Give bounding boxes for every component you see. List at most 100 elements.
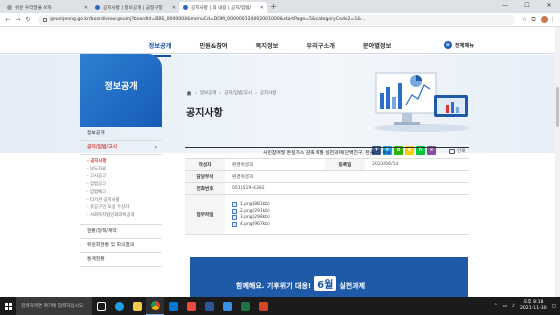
scroll-thumb[interactable] [556,87,559,127]
favicon-icon [95,5,100,10]
gnb-item-fields[interactable]: 분야별정보 [363,37,391,54]
browser-tab-3[interactable]: 공지사항 | 의 내용 | 공지/입법/ ✕ [179,2,267,13]
chevron-up-icon[interactable]: ⌃ [494,304,498,309]
system-tray: ⌃ ▭ ♪ 오후 8:18 2021-11-30 ▢ [494,297,556,315]
minimize-icon[interactable]: — [494,0,516,13]
page-scrollbar[interactable] [555,27,560,297]
gnb-item-civil[interactable]: 민원&참여 [199,37,227,54]
chevron-right-icon: › [154,144,157,151]
post-view: 시민참여형 온실가스 감축 6월 실천과제(단백친구, 탄플라) 홍보 작성자 … [185,147,469,235]
reload-icon[interactable]: ↻ [23,16,33,23]
author-label: 작성자 [185,159,225,170]
banner-illustration [374,72,470,132]
gnb-item-info[interactable]: 정보공개 [148,37,171,57]
close-icon[interactable]: ✕ [172,5,176,11]
date-label: 등록일 [325,159,365,170]
image-file-icon [232,208,237,214]
store-icon[interactable] [164,297,182,315]
post-subject: 시민참여형 온실가스 감축 6월 실천과제(단백친구, 탄플라) 홍보 [185,147,469,159]
star-icon[interactable]: ☆ [520,16,529,23]
lnb-sub-item[interactable]: - 유공구민 포상 수상자 [87,204,162,212]
taskbar-search[interactable]: 검색하려면 여기에 입력하십시오. [16,297,92,315]
app-icon[interactable] [182,297,200,315]
post-dept-row: 담당부서 환경위생과 [185,171,469,183]
extensions-icon[interactable]: ⧉ [529,16,538,24]
file-link[interactable]: 3.png(298kb) [232,215,270,221]
notification-icon[interactable]: ▢ [552,304,556,309]
lnb-sub-item[interactable]: - 공지사항 [87,158,162,166]
page-title: 공지사항 [186,108,223,119]
gnb-item-about[interactable]: 우리구소개 [306,37,334,54]
all-menu-button[interactable]: ≡ 전체메뉴 [443,41,474,49]
clock[interactable]: 오후 8:18 2021-11-30 [520,300,547,312]
windows-icon [4,302,12,310]
explorer-icon[interactable] [128,297,146,315]
url-field[interactable]: geumjeong.go.kr/board/view.geumj?boardId… [38,14,515,25]
files-label: 첨부파일 [185,195,225,234]
post-meta-row: 작성자 환경위생과 등록일 2023/06/14 [185,159,469,171]
dept-value: 환경위생과 [232,174,254,180]
dept-label: 담당부서 [185,171,225,182]
edge-icon[interactable] [110,297,128,315]
search-placeholder: 검색하려면 여기에 입력하십시오. [21,304,85,309]
tab-label: 쉬운 우리말을 쓰자 [15,5,52,11]
menu-icon[interactable]: ⋮ [548,16,557,23]
browser-tab-1[interactable]: 쉬운 우리말을 쓰자 ✕ [3,2,91,13]
network-icon[interactable]: ▭ [503,304,507,309]
lnb-sub-item[interactable]: - 사회복지법인회의록공개 [87,212,162,220]
window-controls: — ☐ ✕ [494,0,560,13]
lnb-item-info[interactable]: 정보공개 [80,127,162,141]
lnb-sub-item[interactable]: - 입법예고 [87,189,162,197]
taskbar: 검색하려면 여기에 입력하십시오. ⌃ ▭ ♪ 오후 8:18 2021-11-… [0,297,560,315]
image-file-icon [232,215,237,221]
breadcrumb-item[interactable]: 정보공개 [200,90,217,96]
taskview-icon[interactable] [92,297,110,315]
chrome-icon[interactable] [146,297,164,315]
back-icon[interactable]: ← [3,16,13,23]
lnb-item-stats[interactable]: 통계현황 [80,253,162,267]
phone-label: 전화번호 [185,183,225,194]
forward-icon[interactable]: → [13,16,23,23]
lnb-item-notice-group[interactable]: 공지/입법/고시 › [80,141,162,155]
url-text: geumjeong.go.kr/board/view.geumj?boardId… [50,17,366,22]
lnb-sub-item[interactable]: - 입법공고 [87,181,162,189]
file-link[interactable]: 1.png(881kb) [232,202,270,208]
new-tab-button[interactable]: + [270,2,277,13]
lnb-item-committee[interactable]: 위원회현황 및 회의결과 [80,239,162,253]
section-title: 정보공개 [80,54,162,127]
favicon-icon [7,5,12,10]
lnb-submenu: - 공지사항 - 보도자료 - 고시공고 - 입법공고 - 입법예고 - 타기관… [80,155,162,225]
excel-icon[interactable] [236,297,254,315]
file-link[interactable]: 4.png(967kb) [232,221,270,227]
file-link[interactable]: 2.png(291kb) [232,208,270,214]
start-button[interactable] [0,297,16,315]
browser-tabbar: 쉬운 우리말을 쓰자 ✕ 공지사항 | 정보공개 | 금정구청 ✕ 공지사항 |… [0,0,560,13]
file-list: 1.png(881kb) 2.png(291kb) 3.png(298kb) 4… [225,195,469,234]
profile-avatar[interactable] [541,16,548,23]
breadcrumb-item[interactable]: 공지/입법/고시 [224,90,252,96]
volume-icon[interactable]: ♪ [512,304,515,309]
close-window-icon[interactable]: ✕ [538,0,560,13]
all-menu-label: 전체메뉴 [454,42,474,49]
breadcrumb-item[interactable]: 공지사항 [260,90,277,96]
address-bar: ← → ↻ geumjeong.go.kr/board/view.geumj?b… [0,13,560,27]
left-nav: 정보공개 공지/입법/고시 › - 공지사항 - 보도자료 - 고시공고 - 입… [80,127,162,267]
lnb-sub-item[interactable]: - 타기관 공지사항 [87,197,162,205]
close-icon[interactable]: ✕ [84,5,88,11]
maximize-icon[interactable]: ☐ [516,0,538,13]
post-phone-row: 전화번호 051)519-4382 [185,183,469,195]
lnb-sub-item[interactable]: - 보도자료 [87,166,162,174]
main-nav: 정보공개 민원&참여 복지정보 우리구소개 분야별정보 ≡ 전체메뉴 [0,37,560,57]
lnb-sub-item[interactable]: - 고시공고 [87,173,162,181]
image-file-icon [232,202,237,208]
home-icon[interactable] [186,90,192,96]
phone-value: 051)519-4382 [232,186,265,191]
ppt-icon[interactable] [254,297,272,315]
gnb-item-welfare[interactable]: 복지정보 [256,37,279,54]
close-icon[interactable]: ✕ [260,5,264,11]
hwp-icon[interactable] [218,297,236,315]
lnb-item-policy[interactable]: 현황/정책/계약 [80,225,162,239]
date-value: 2023/06/14 [372,162,399,167]
browser-tab-2[interactable]: 공지사항 | 정보공개 | 금정구청 ✕ [91,2,179,13]
word-icon[interactable] [200,297,218,315]
